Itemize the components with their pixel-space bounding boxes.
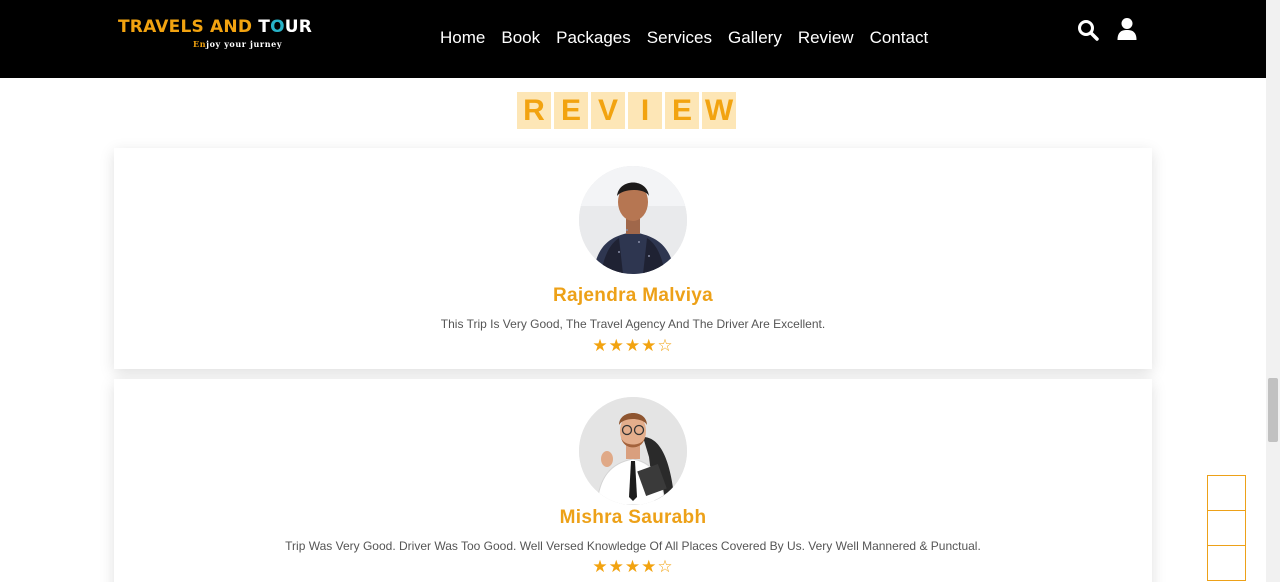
user-icon[interactable]: [1116, 17, 1138, 40]
heading-letter: E: [665, 92, 699, 129]
scrollbar-track[interactable]: [1266, 0, 1280, 582]
nav-book[interactable]: Book: [501, 28, 540, 48]
reviewer-name: Rajendra Malviya: [552, 285, 714, 306]
heading-letter: R: [517, 92, 551, 129]
logo-title-part: O: [270, 17, 285, 37]
review-text: Trip Was Very Good. Driver Was Too Good.…: [285, 539, 981, 553]
page: TRAVELS AND TOUR Enjoy your jurney Home …: [0, 0, 1266, 582]
heading-letter: I: [628, 92, 662, 129]
heading-letter: V: [591, 92, 625, 129]
logo[interactable]: TRAVELS AND TOUR Enjoy your jurney: [118, 17, 312, 57]
floating-action-box[interactable]: [1207, 475, 1246, 511]
star-rating: ★★★★☆: [592, 557, 674, 576]
site-header: TRAVELS AND TOUR Enjoy your jurney Home …: [0, 0, 1266, 78]
logo-tagline-part: En: [193, 39, 207, 49]
logo-title: TRAVELS AND TOUR: [118, 17, 312, 37]
nav-gallery[interactable]: Gallery: [728, 28, 782, 48]
floating-action-box[interactable]: [1207, 545, 1246, 581]
logo-tagline: Enjoy your jurney: [193, 39, 282, 49]
heading-letter: W: [702, 92, 736, 129]
avatar: [579, 166, 687, 274]
logo-title-part: TRAVELS AND: [118, 17, 259, 37]
logo-tagline-part: joy your jurney: [206, 39, 283, 49]
review-card: Rajendra Malviya This Trip Is Very Good,…: [114, 148, 1152, 369]
search-icon[interactable]: [1077, 19, 1099, 41]
review-card: Mishra Saurabh Trip Was Very Good. Drive…: [114, 379, 1152, 582]
nav-contact[interactable]: Contact: [870, 28, 929, 48]
logo-title-part: UR: [284, 17, 313, 37]
main-nav: Home Book Packages Services Gallery Revi…: [440, 28, 944, 48]
logo-title-part: T: [258, 17, 271, 37]
nav-services[interactable]: Services: [647, 28, 712, 48]
reviewer-name: Mishra Saurabh: [559, 507, 707, 528]
review-heading: R E V I E W: [517, 92, 736, 129]
star-rating: ★★★★☆: [592, 336, 674, 355]
nav-review[interactable]: Review: [798, 28, 854, 48]
avatar: [579, 397, 687, 505]
review-text: This Trip Is Very Good, The Travel Agenc…: [440, 317, 826, 331]
floating-action-box[interactable]: [1207, 510, 1246, 546]
nav-packages[interactable]: Packages: [556, 28, 631, 48]
scrollbar-thumb[interactable]: [1268, 378, 1278, 442]
nav-home[interactable]: Home: [440, 28, 485, 48]
heading-letter: E: [554, 92, 588, 129]
